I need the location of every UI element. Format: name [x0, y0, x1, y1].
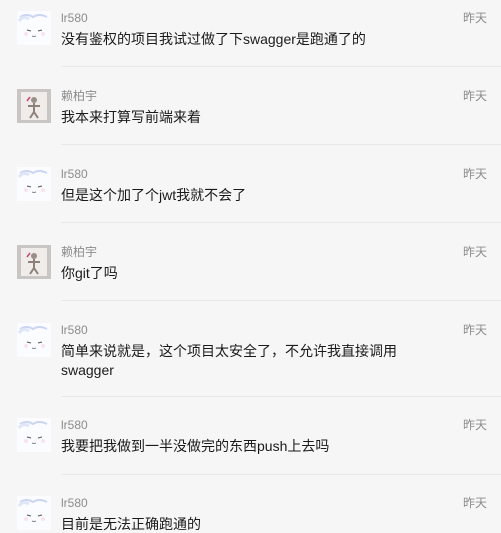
message-text: 但是这个加了个jwt我就不会了 — [61, 187, 247, 203]
anime-face-icon — [17, 418, 51, 452]
message-time: 昨天 — [462, 11, 487, 25]
divider — [61, 474, 501, 475]
anime-face-icon — [17, 496, 51, 530]
message-time: 昨天 — [462, 323, 487, 337]
avatar[interactable] — [17, 89, 51, 123]
sender-name: lr580 — [61, 323, 88, 337]
avatar[interactable] — [17, 323, 51, 357]
sender-name: 赖柏宇 — [61, 245, 98, 259]
avatar[interactable] — [17, 496, 51, 530]
message-text: 我本来打算写前端来着 — [61, 109, 201, 125]
divider — [61, 300, 501, 301]
anime-face-icon — [17, 167, 51, 201]
divider — [61, 144, 501, 145]
message-time: 昨天 — [462, 496, 487, 510]
avatar[interactable] — [17, 11, 51, 45]
message-time: 昨天 — [462, 89, 487, 103]
message-text: 没有鉴权的项目我试过做了下swagger是跑通了的 — [61, 31, 366, 47]
message-text: 我要把我做到一半没做完的东西push上去吗 — [61, 438, 330, 454]
message-time: 昨天 — [462, 245, 487, 259]
sender-name: lr580 — [61, 418, 88, 432]
message-text: 目前是无法正确跑通的 — [61, 516, 201, 532]
sender-name: 赖柏宇 — [61, 89, 98, 103]
message-time: 昨天 — [462, 418, 487, 432]
divider — [61, 396, 501, 397]
message-text: 简单来说就是，这个项目太安全了，不允许我直接调用swagger — [61, 343, 397, 378]
message-text: 你git了吗 — [61, 265, 118, 281]
avatar[interactable] — [17, 245, 51, 279]
divider — [61, 222, 501, 223]
avatar[interactable] — [17, 167, 51, 201]
anime-face-icon — [17, 11, 51, 45]
figure-photo-icon — [17, 245, 51, 279]
sender-name: lr580 — [61, 11, 88, 25]
anime-face-icon — [17, 323, 51, 357]
sender-name: lr580 — [61, 167, 88, 181]
message-time: 昨天 — [462, 167, 487, 181]
chat-message-list[interactable]: lr580 昨天 没有鉴权的项目我试过做了下swagger是跑通了的 赖柏宇 昨… — [0, 0, 501, 533]
avatar[interactable] — [17, 418, 51, 452]
sender-name: lr580 — [61, 496, 88, 510]
figure-photo-icon — [17, 89, 51, 123]
divider — [61, 66, 501, 67]
